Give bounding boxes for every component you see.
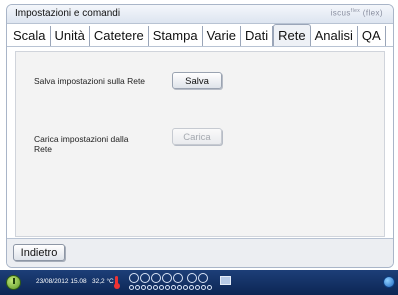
status-temperature: 32,2 °C bbox=[92, 278, 114, 285]
connector-circle-icon bbox=[162, 273, 172, 283]
power-icon[interactable] bbox=[6, 275, 21, 290]
connector-dot-icon bbox=[147, 285, 152, 290]
tab-bar: Scala Unità Catetere Stampa Varie Dati R… bbox=[7, 24, 393, 47]
network-settings-panel: Salva impostazioni sulla Rete Salva Cari… bbox=[15, 51, 385, 237]
tab-stampa[interactable]: Stampa bbox=[149, 26, 203, 46]
tab-rete[interactable]: Rete bbox=[273, 24, 311, 46]
connector-dot-icon bbox=[207, 285, 212, 290]
title-bar: Impostazioni e comandi iscusflex (flex) bbox=[7, 5, 393, 24]
tab-catetere[interactable]: Catetere bbox=[90, 26, 149, 46]
status-bar: 23/08/2012 15.08 32,2 °C bbox=[0, 270, 398, 295]
connector-dot-icon bbox=[165, 285, 170, 290]
thermometer-icon bbox=[113, 276, 120, 289]
connector-circle-icon bbox=[173, 273, 183, 283]
connector-circle-icon bbox=[198, 273, 208, 283]
back-button[interactable]: Indietro bbox=[13, 244, 65, 261]
brand-logo: iscusflex (flex) bbox=[330, 8, 383, 18]
globe-icon[interactable] bbox=[383, 276, 395, 288]
connector-dot-icon bbox=[135, 285, 140, 290]
connector-circle-icon bbox=[151, 273, 161, 283]
tab-analisi[interactable]: Analisi bbox=[311, 26, 358, 46]
load-button[interactable]: Carica bbox=[172, 128, 222, 145]
tab-varie[interactable]: Varie bbox=[203, 26, 241, 46]
load-settings-label: Carica impostazioni dalla Rete bbox=[34, 134, 129, 154]
window-title: Impostazioni e comandi bbox=[15, 8, 121, 19]
connector-dot-icon bbox=[153, 285, 158, 290]
settings-window: Impostazioni e comandi iscusflex (flex) … bbox=[6, 4, 394, 268]
tab-qa[interactable]: QA bbox=[358, 26, 386, 46]
connector-circle-icon bbox=[140, 273, 150, 283]
save-button[interactable]: Salva bbox=[172, 72, 222, 89]
connector-dot-icon bbox=[189, 285, 194, 290]
connector-dot-icon bbox=[177, 285, 182, 290]
network-icon bbox=[220, 276, 231, 285]
connector-dot-icon bbox=[171, 285, 176, 290]
connector-dot-icon bbox=[141, 285, 146, 290]
bottom-bar: Indietro bbox=[7, 238, 393, 267]
connector-dot-icon bbox=[201, 285, 206, 290]
connector-dot-icon bbox=[129, 285, 134, 290]
connector-dot-icon bbox=[159, 285, 164, 290]
tab-dati[interactable]: Dati bbox=[241, 26, 274, 46]
save-settings-label: Salva impostazioni sulla Rete bbox=[34, 76, 146, 86]
tab-unita[interactable]: Unità bbox=[51, 26, 90, 46]
screen: Impostazioni e comandi iscusflex (flex) … bbox=[0, 0, 398, 295]
tab-scala[interactable]: Scala bbox=[9, 26, 51, 46]
connector-dot-icon bbox=[195, 285, 200, 290]
connector-circle-icon bbox=[129, 273, 139, 283]
connector-indicators bbox=[127, 273, 213, 291]
status-datetime: 23/08/2012 15.08 bbox=[36, 278, 87, 285]
connector-dot-icon bbox=[183, 285, 188, 290]
connector-circle-icon bbox=[187, 273, 197, 283]
